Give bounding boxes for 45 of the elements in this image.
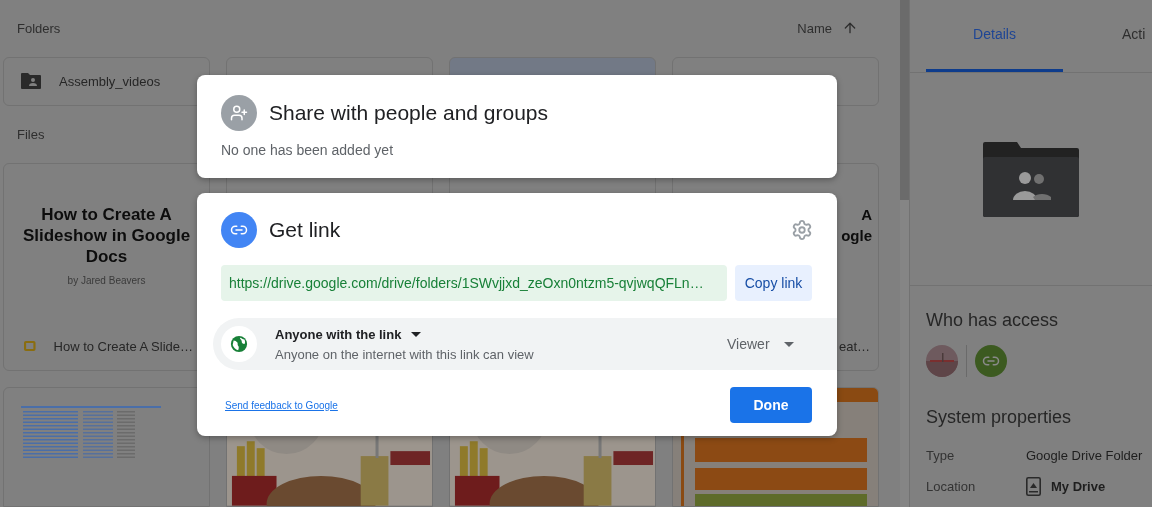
thumbnail-byline: by Jared Beavers — [67, 275, 146, 286]
feedback-link[interactable]: Send feedback to Google — [225, 399, 338, 411]
property-label: Type — [926, 448, 956, 463]
dialog-title: Share with people and groups — [269, 101, 549, 125]
thumbnail-title: A — [861, 205, 872, 225]
share-status: No one has been added yet — [221, 142, 395, 158]
link-field[interactable]: https://drive.google.com/drive/folders/1SWvjjxd_zeOxn0ntzm5-qvjwqQFLn… — [221, 265, 727, 301]
shared-folder-icon — [983, 141, 1079, 217]
property-value: Google Drive Folder — [1026, 448, 1144, 463]
thumbnail-title: How to Create A — [41, 204, 172, 225]
section-heading: Folders — [17, 20, 61, 36]
panel-tab[interactable]: Details — [926, 0, 1063, 72]
access-description: Anyone on the internet with this link can view — [275, 346, 535, 362]
property-value[interactable]: My Drive — [1051, 479, 1106, 494]
thumbnail-title: Docs — [85, 246, 128, 267]
settings-icon[interactable] — [791, 219, 813, 241]
role-dropdown[interactable]: Viewer — [727, 336, 794, 352]
done-button[interactable]: Done — [730, 387, 812, 423]
file-name: eat… — [838, 338, 870, 354]
add-person-icon — [221, 95, 257, 131]
file-name: How to Create A Slide… — [53, 338, 193, 354]
caret-icon — [783, 341, 794, 347]
link-icon — [221, 212, 257, 248]
dialog-title: Get link — [269, 218, 341, 242]
shared-folder-icon — [21, 73, 41, 90]
section-heading: Files — [17, 126, 45, 142]
folder-card[interactable]: Assembly_videos — [3, 56, 210, 106]
thumbnail-title: ogle — [841, 226, 872, 246]
sort-button[interactable]: Name — [797, 20, 858, 37]
thumbnail-title: Slideshow in Google — [22, 225, 191, 246]
scrollbar-thumb[interactable] — [900, 0, 909, 200]
slides-icon — [24, 338, 36, 354]
panel-tab[interactable]: Acti — [1116, 0, 1152, 72]
globe-icon — [230, 335, 248, 353]
drive-icon — [1026, 477, 1041, 496]
file-card[interactable]: How to Create A Slideshow in Google Docs by Jared Beavers How to Create A Slide… — [3, 163, 210, 371]
copy-link-button[interactable]: Copy link — [735, 265, 812, 301]
section-title: System properties — [926, 407, 1073, 428]
folder-name: Assembly_videos — [59, 73, 161, 89]
access-scope-dropdown[interactable]: Anyone with the link — [275, 326, 422, 342]
file-card[interactable] — [3, 387, 210, 507]
caret-icon — [411, 331, 422, 337]
section-title: Who has access — [926, 310, 1060, 331]
property-label: Location — [926, 479, 977, 494]
link-access-icon[interactable] — [975, 345, 1007, 377]
